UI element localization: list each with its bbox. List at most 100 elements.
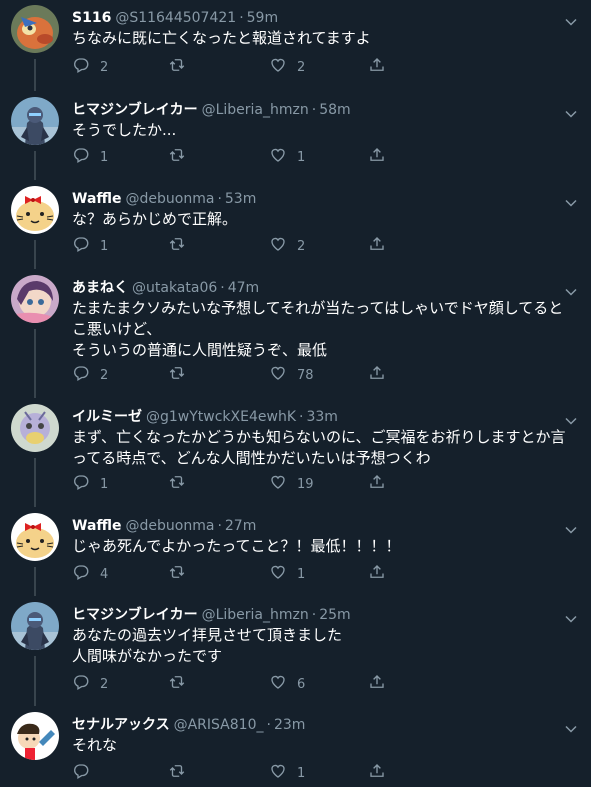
- chevron-down-icon[interactable]: [565, 281, 577, 296]
- reply-count: 2: [100, 59, 109, 75]
- chevron-down-icon[interactable]: [565, 192, 577, 207]
- share-button[interactable]: [368, 674, 386, 694]
- chevron-down-icon[interactable]: [565, 410, 577, 425]
- retweet-icon: [168, 673, 186, 695]
- retweet-icon: [168, 235, 186, 257]
- tweet-text: あなたの過去ツイ拝見させて頂きました 人間味がなかったです: [72, 625, 577, 667]
- user-handle[interactable]: @debuonma: [126, 191, 215, 207]
- avatar[interactable]: [11, 513, 59, 561]
- display-name[interactable]: ヒマジンブレイカー: [72, 102, 198, 118]
- display-name[interactable]: ヒマジンブレイカー: [72, 607, 198, 623]
- retweet-button[interactable]: [168, 564, 196, 584]
- retweet-button[interactable]: [168, 147, 196, 167]
- tweet-text-line: まず、亡くなったかどうかも知らないのに、ご冥福をお祈りしますとか言: [72, 428, 566, 446]
- retweet-button[interactable]: [168, 474, 196, 494]
- share-button[interactable]: [368, 147, 386, 167]
- tweet-text: じゃあ死んでよかったってこと？！最低！！！！: [72, 536, 577, 557]
- display-name[interactable]: S116: [72, 10, 111, 26]
- user-handle[interactable]: @debuonma: [126, 518, 215, 534]
- user-handle[interactable]: @Liberia_hmzn: [202, 607, 309, 623]
- tweet-text-line: たまたまクソみたいな予想してそれが当たってはしゃいでドヤ顔してると: [72, 299, 564, 317]
- reply-button[interactable]: 1: [72, 236, 108, 256]
- tweet[interactable]: S116 @S11644507421 · 59m ちなみに既に亡くなったと報道されてま…: [0, 5, 591, 79]
- tweet[interactable]: ヒマジンブレイカー @Liberia_hmzn · 58m そうでしたか... 1 1: [0, 97, 591, 169]
- tweet[interactable]: Waffle @debuonma · 27m じゃあ死んでよかったってこと？！最低！！…: [0, 513, 591, 586]
- retweet-button[interactable]: [168, 365, 196, 385]
- like-button[interactable]: 1: [269, 564, 305, 584]
- tweet-header: Waffle @debuonma · 53m: [72, 189, 256, 209]
- retweet-button[interactable]: [168, 236, 196, 256]
- avatar[interactable]: [11, 602, 59, 650]
- share-button[interactable]: [368, 236, 386, 256]
- timestamp[interactable]: 58m: [319, 102, 350, 118]
- timestamp[interactable]: 53m: [225, 191, 256, 207]
- reply-button[interactable]: 4: [72, 564, 108, 584]
- like-button[interactable]: 6: [269, 674, 305, 694]
- avatar[interactable]: [11, 275, 59, 323]
- tweet[interactable]: ヒマジンブレイカー @Liberia_hmzn · 25m あなたの過去ツイ拝見させて…: [0, 602, 591, 696]
- timestamp[interactable]: 27m: [225, 518, 256, 534]
- tweet[interactable]: セナルアックス @ARISA810_ · 23m それな 1: [0, 712, 591, 785]
- retweet-button[interactable]: [168, 57, 196, 77]
- like-button[interactable]: 19: [269, 474, 314, 494]
- timestamp[interactable]: 59m: [247, 10, 278, 26]
- user-handle[interactable]: @ARISA810_: [174, 717, 264, 733]
- user-handle[interactable]: @g1wYtwckXE4ewhK: [146, 409, 296, 425]
- user-handle[interactable]: @Liberia_hmzn: [202, 102, 309, 118]
- share-button[interactable]: [368, 365, 386, 385]
- reply-icon: [72, 56, 90, 78]
- like-count: 1: [297, 149, 306, 165]
- heart-icon: [269, 146, 287, 168]
- tweet[interactable]: イルミーゼ @g1wYtwckXE4ewhK · 33m まず、亡くなったかどうかも知…: [0, 404, 591, 496]
- reply-button[interactable]: [72, 763, 100, 783]
- share-button[interactable]: [368, 474, 386, 494]
- display-name[interactable]: Waffle: [72, 518, 122, 534]
- share-icon: [368, 235, 386, 257]
- timestamp[interactable]: 25m: [319, 607, 350, 623]
- reply-button[interactable]: 2: [72, 365, 108, 385]
- display-name[interactable]: あまねく: [72, 280, 128, 296]
- reply-button[interactable]: 1: [72, 147, 108, 167]
- share-button[interactable]: [368, 57, 386, 77]
- separator-dot: ·: [311, 607, 317, 623]
- reply-button[interactable]: 1: [72, 474, 108, 494]
- share-button[interactable]: [368, 564, 386, 584]
- timestamp[interactable]: 47m: [228, 280, 259, 296]
- share-icon: [368, 762, 386, 784]
- avatar[interactable]: [11, 186, 59, 234]
- share-button[interactable]: [368, 763, 386, 783]
- reply-count: 1: [100, 238, 109, 254]
- avatar[interactable]: [11, 5, 59, 53]
- avatar[interactable]: [11, 712, 59, 760]
- tweet[interactable]: Waffle @debuonma · 53m な？あらかじめで正解。 1 2: [0, 186, 591, 258]
- separator-dot: ·: [299, 409, 304, 425]
- like-count: 2: [297, 238, 306, 254]
- chevron-down-icon[interactable]: [565, 608, 577, 623]
- like-button[interactable]: 2: [269, 57, 305, 77]
- separator-dot: ·: [217, 191, 222, 207]
- like-button[interactable]: 78: [269, 365, 314, 385]
- reply-button[interactable]: 2: [72, 674, 108, 694]
- like-button[interactable]: 1: [269, 147, 305, 167]
- timestamp[interactable]: 23m: [274, 717, 305, 733]
- chevron-down-icon[interactable]: [565, 519, 577, 534]
- like-button[interactable]: 2: [269, 236, 305, 256]
- retweet-button[interactable]: [168, 763, 196, 783]
- chevron-down-icon[interactable]: [565, 11, 577, 26]
- chevron-down-icon[interactable]: [565, 103, 577, 118]
- chevron-down-icon[interactable]: [565, 718, 577, 733]
- user-handle[interactable]: @utakata06: [132, 280, 217, 296]
- user-handle[interactable]: @S11644507421: [115, 10, 236, 26]
- display-name[interactable]: セナルアックス: [72, 717, 170, 733]
- reply-button[interactable]: 2: [72, 57, 108, 77]
- tweet-actions: 1 2: [72, 236, 402, 256]
- reply-count: 2: [100, 367, 109, 383]
- display-name[interactable]: イルミーゼ: [72, 409, 142, 425]
- retweet-button[interactable]: [168, 674, 196, 694]
- timestamp[interactable]: 33m: [306, 409, 337, 425]
- avatar[interactable]: [11, 97, 59, 145]
- tweet[interactable]: あまねく @utakata06 · 47m たまたまクソみたいな予想してそれが当たって…: [0, 275, 591, 387]
- display-name[interactable]: Waffle: [72, 191, 122, 207]
- avatar[interactable]: [11, 404, 59, 452]
- like-button[interactable]: 1: [269, 763, 305, 783]
